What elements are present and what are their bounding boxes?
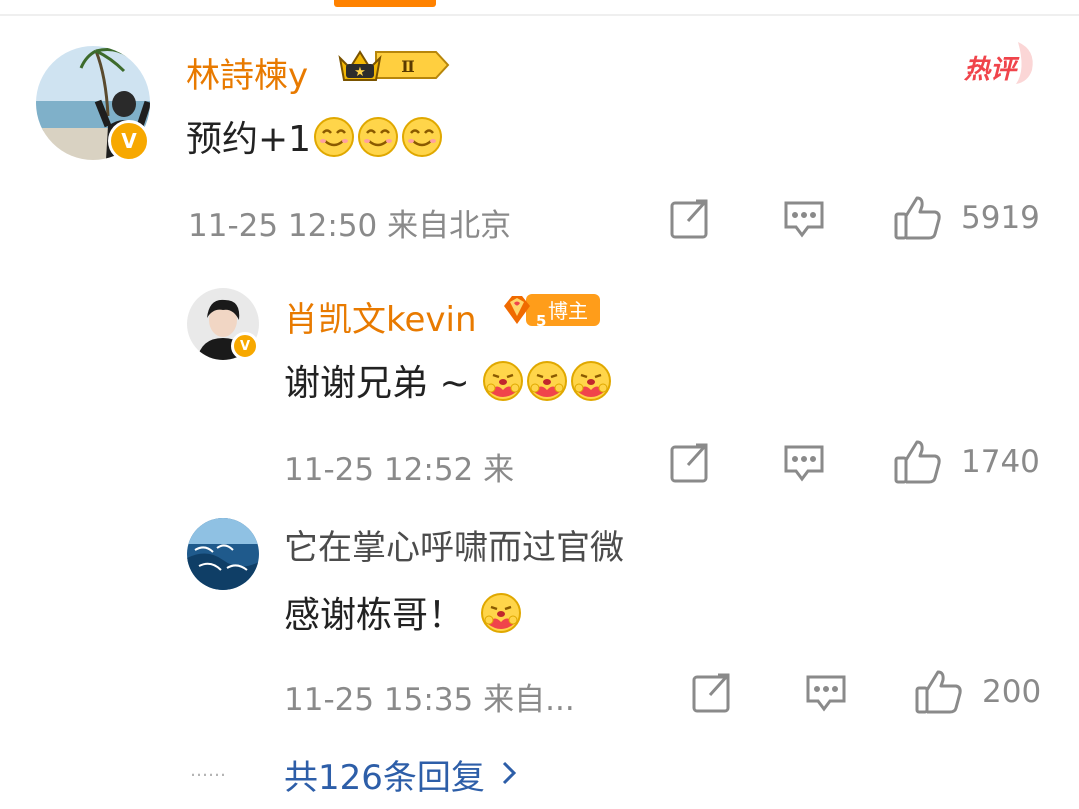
smile-emoji xyxy=(313,116,355,167)
badge-label: 博主 xyxy=(548,299,588,323)
top-divider xyxy=(0,14,1079,16)
smile-emoji xyxy=(401,116,443,167)
like-icon[interactable] xyxy=(893,438,943,490)
comment-meta: 11-25 12:50 来自北京 xyxy=(188,208,512,244)
crown-level-icon: ★ Ⅱ xyxy=(336,44,450,90)
comment-icon[interactable] xyxy=(782,441,826,489)
username[interactable]: 林詩楝y xyxy=(186,48,308,97)
more-replies-label: 共126条回复 xyxy=(284,758,485,798)
hug-emoji xyxy=(570,360,612,411)
level-badge-text: Ⅱ xyxy=(401,57,414,76)
reply-meta: 11-25 12:52 来 xyxy=(284,452,515,488)
ellipsis-dots: …… xyxy=(190,760,226,781)
like-count: 5919 xyxy=(961,200,1040,236)
chevron-right-icon xyxy=(499,758,519,792)
hug-emoji xyxy=(526,360,568,411)
verified-icon: V xyxy=(231,332,259,360)
reply-text: 感谢栋哥！ xyxy=(284,586,522,643)
svg-text:★: ★ xyxy=(354,65,366,80)
like-count: 1740 xyxy=(961,444,1040,480)
hot-label: 热评 xyxy=(963,55,1020,85)
comment-icon[interactable] xyxy=(782,197,826,245)
active-tab-indicator xyxy=(334,0,436,7)
smile-emoji xyxy=(357,116,399,167)
username[interactable]: 肖凯文kevin xyxy=(284,292,477,341)
more-replies-link[interactable]: 共126条回复 xyxy=(284,750,519,799)
share-icon[interactable] xyxy=(668,197,712,245)
badge-level: 5 xyxy=(536,312,546,330)
blogger-badge: 5 博主 xyxy=(502,290,602,336)
hot-comment-badge: 热评 xyxy=(962,40,1040,90)
username[interactable]: 它在掌心呼啸而过官微 xyxy=(284,520,624,569)
share-icon[interactable] xyxy=(690,671,734,719)
comment-icon[interactable] xyxy=(804,671,848,719)
avatar[interactable] xyxy=(187,518,259,590)
reply-text: 谢谢兄弟 ~ xyxy=(284,354,612,411)
verified-icon: V xyxy=(108,120,150,162)
share-icon[interactable] xyxy=(668,441,712,489)
like-count: 200 xyxy=(982,674,1042,710)
hug-emoji xyxy=(482,360,524,411)
reply-meta: 11-25 15:35 来自... xyxy=(284,682,575,718)
meta-fade xyxy=(526,440,586,484)
like-icon[interactable] xyxy=(893,194,943,246)
comment-text: 预约+1 xyxy=(186,110,443,167)
like-icon[interactable] xyxy=(914,668,964,720)
hug-emoji xyxy=(480,592,522,643)
